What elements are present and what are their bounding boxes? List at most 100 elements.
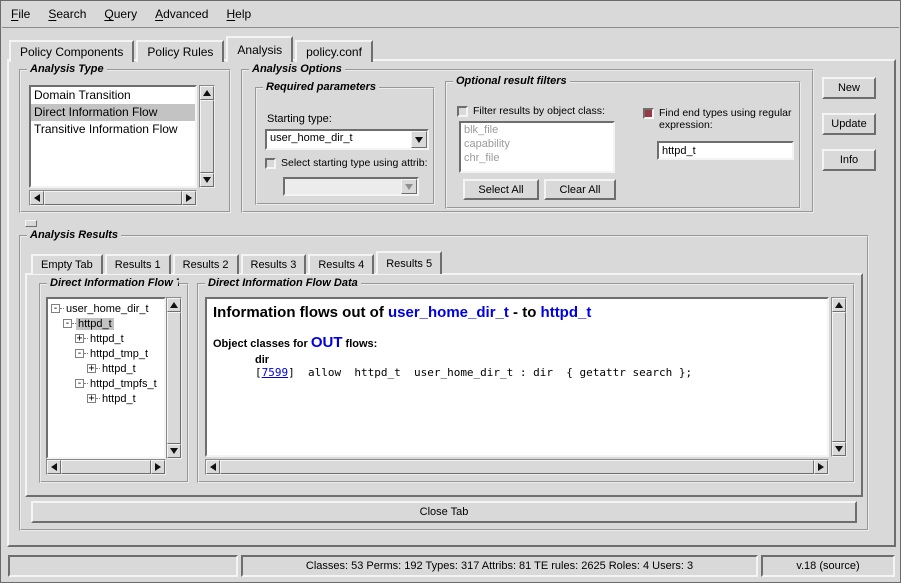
update-button[interactable]: Update xyxy=(822,113,876,135)
scroll-left-button[interactable] xyxy=(30,191,44,205)
menu-query[interactable]: Query xyxy=(95,2,146,25)
scroll-down-button[interactable] xyxy=(832,442,846,456)
tree-node[interactable]: -httpd_t xyxy=(48,316,164,331)
menu-search[interactable]: Search xyxy=(39,2,95,25)
scroll-right-button[interactable] xyxy=(151,460,165,474)
sash-handle[interactable] xyxy=(25,220,37,227)
tree-node[interactable]: -httpd_tmp_t xyxy=(48,346,164,361)
scroll-up-button[interactable] xyxy=(200,86,214,100)
flow-data-title: Direct Information Flow Data xyxy=(205,277,361,289)
plus-box-icon[interactable]: + xyxy=(87,394,96,403)
object-classes-line: Object classes for OUT flows: xyxy=(213,334,821,351)
analysis-type-listbox[interactable]: Domain TransitionDirect Information Flow… xyxy=(29,85,197,188)
rule-number-link[interactable]: 7599 xyxy=(262,366,289,379)
tree-node[interactable]: -user_home_dir_t xyxy=(48,301,164,316)
scrollbar-thumb[interactable] xyxy=(220,460,814,474)
scroll-left-button[interactable] xyxy=(47,460,61,474)
regex-entry[interactable] xyxy=(657,141,794,160)
combo-dropdown-button[interactable] xyxy=(411,131,427,148)
scrollbar-thumb[interactable] xyxy=(200,100,214,173)
flow-tree-title: Direct Information Flow T xyxy=(47,277,179,289)
flow-data-text[interactable]: Information flows out of user_home_dir_t… xyxy=(205,297,829,457)
scrollbar-trough[interactable] xyxy=(220,460,814,474)
scroll-up-button[interactable] xyxy=(832,298,846,312)
results-tab-empty-tab[interactable]: Empty Tab xyxy=(31,254,103,274)
status-version: v.18 (source) xyxy=(761,555,895,577)
scroll-left-button[interactable] xyxy=(206,460,220,474)
tree-node-label[interactable]: httpd_tmp_t xyxy=(88,348,150,360)
filter-by-class-checkbox[interactable]: Filter results by object class: xyxy=(457,105,637,117)
analysis-type-hscrollbar[interactable] xyxy=(29,190,197,206)
analysis-type-option[interactable]: Direct Information Flow xyxy=(31,104,195,121)
main-tab-bar: Policy ComponentsPolicy RulesAnalysispol… xyxy=(9,36,375,62)
scroll-right-button[interactable] xyxy=(182,191,196,205)
scrollbar-trough[interactable] xyxy=(61,460,151,474)
scrollbar-trough[interactable] xyxy=(167,312,181,444)
analysis-type-option[interactable]: Transitive Information Flow xyxy=(31,121,195,138)
results-tab-results-3[interactable]: Results 3 xyxy=(241,254,307,274)
scrollbar-trough[interactable] xyxy=(832,312,846,442)
close-tab-button[interactable]: Close Tab xyxy=(31,501,857,523)
scrollbar-thumb[interactable] xyxy=(167,312,181,444)
scrollbar-thumb[interactable] xyxy=(61,460,151,474)
checkbox-indicator xyxy=(265,158,276,169)
scroll-down-button[interactable] xyxy=(200,173,214,187)
triangle-left-icon xyxy=(51,463,57,471)
clear-all-button[interactable]: Clear All xyxy=(544,179,616,200)
scrollbar-thumb[interactable] xyxy=(832,312,846,442)
minus-box-icon[interactable]: - xyxy=(75,349,84,358)
tree-node-label[interactable]: httpd_tmpfs_t xyxy=(88,378,159,390)
tree-node[interactable]: + httpd_t xyxy=(48,361,164,376)
tree-node-label[interactable]: httpd_t xyxy=(100,393,138,405)
scrollbar-trough[interactable] xyxy=(44,191,182,205)
tab-policy-conf[interactable]: policy.conf xyxy=(295,40,373,62)
tree-node-label[interactable]: user_home_dir_t xyxy=(64,303,151,315)
triangle-up-icon xyxy=(835,302,843,308)
results-tab-results-2[interactable]: Results 2 xyxy=(173,254,239,274)
attrib-checkbox[interactable]: Select starting type using attrib: xyxy=(265,157,431,169)
tree-node-label[interactable]: httpd_t xyxy=(76,318,114,330)
tree-node-label[interactable]: httpd_t xyxy=(88,333,126,345)
starting-type-label: Starting type: xyxy=(267,113,332,125)
scroll-up-button[interactable] xyxy=(167,298,181,312)
tab-analysis[interactable]: Analysis xyxy=(226,36,293,62)
flow-data-vscrollbar[interactable] xyxy=(831,297,847,457)
required-parameters-frame: Required parameters Starting type: user_… xyxy=(255,87,435,205)
tree-node[interactable]: -httpd_tmpfs_t xyxy=(48,376,164,391)
target-type: httpd_t xyxy=(541,304,592,321)
results-tab-bar: Empty TabResults 1Results 2Results 3Resu… xyxy=(31,251,444,274)
analysis-type-option[interactable]: Domain Transition xyxy=(31,87,195,104)
plus-box-icon[interactable]: + xyxy=(75,334,84,343)
new-button[interactable]: New xyxy=(822,77,876,99)
results-tab-results-5[interactable]: Results 5 xyxy=(376,251,442,274)
regex-checkbox[interactable]: Find end types using regular expression: xyxy=(643,107,795,131)
tree-node[interactable]: + httpd_t xyxy=(48,391,164,406)
plus-box-icon[interactable]: + xyxy=(87,364,96,373)
tab-policy-components[interactable]: Policy Components xyxy=(9,40,134,62)
flow-tree[interactable]: -user_home_dir_t-httpd_t+httpd_t-httpd_t… xyxy=(46,297,166,459)
tree-node-label[interactable]: httpd_t xyxy=(100,363,138,375)
starting-type-combobox[interactable]: user_home_dir_t xyxy=(265,129,429,150)
scroll-down-button[interactable] xyxy=(167,444,181,458)
results-tab-results-1[interactable]: Results 1 xyxy=(105,254,171,274)
flow-tree-vscrollbar[interactable] xyxy=(166,297,182,459)
results-tab-results-4[interactable]: Results 4 xyxy=(308,254,374,274)
flow-data-hscrollbar[interactable] xyxy=(205,459,829,475)
triangle-right-icon xyxy=(186,194,192,202)
tree-node[interactable]: + httpd_t xyxy=(48,331,164,346)
analysis-type-vscrollbar[interactable] xyxy=(199,85,215,188)
info-button[interactable]: Info xyxy=(822,149,876,171)
scroll-right-button[interactable] xyxy=(814,460,828,474)
menu-file[interactable]: File xyxy=(2,2,39,25)
minus-box-icon[interactable]: - xyxy=(63,319,72,328)
flow-tree-hscrollbar[interactable] xyxy=(46,459,166,475)
menu-help[interactable]: Help xyxy=(217,2,260,25)
menu-advanced[interactable]: Advanced xyxy=(146,2,217,25)
tab-policy-rules[interactable]: Policy Rules xyxy=(136,40,224,62)
select-all-button[interactable]: Select All xyxy=(463,179,539,200)
object-class-name: dir xyxy=(255,354,821,366)
scrollbar-trough[interactable] xyxy=(200,100,214,173)
minus-box-icon[interactable]: - xyxy=(51,304,60,313)
scrollbar-thumb[interactable] xyxy=(44,191,182,205)
minus-box-icon[interactable]: - xyxy=(75,379,84,388)
